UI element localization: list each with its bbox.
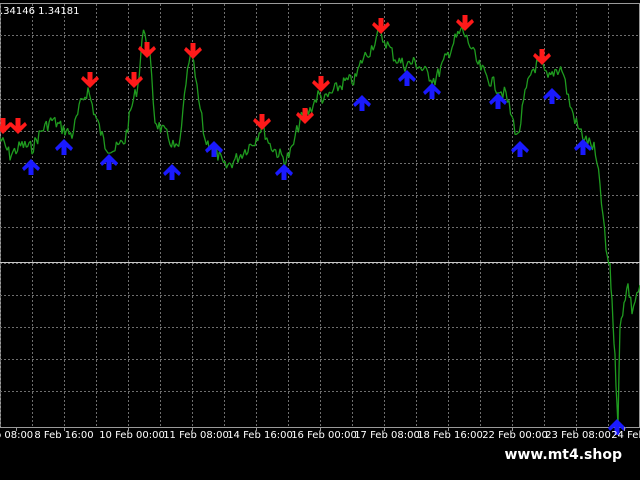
arrow-up-icon <box>489 93 507 109</box>
arrow-up-icon <box>353 95 371 111</box>
arrow-down-icon <box>312 76 330 92</box>
arrow-up-icon <box>423 83 441 99</box>
time-axis-label: 8 Feb 16:00 <box>34 430 94 441</box>
time-axis-label: 14 Feb 16:00 <box>227 430 293 441</box>
arrow-down-icon <box>125 72 143 88</box>
arrow-down-icon <box>533 49 551 65</box>
price-chart[interactable] <box>0 0 640 450</box>
time-axis-label: 23 Feb 08:00 <box>545 430 611 441</box>
arrow-up-icon <box>398 70 416 86</box>
arrow-down-icon <box>372 18 390 34</box>
chart-window[interactable]: .34146 1.34181 b 08:008 Feb 16:00 10 Feb … <box>0 0 640 480</box>
time-axis-label: 16 Feb 00:00 <box>291 430 357 441</box>
time-axis-label: 11 Feb 08:00 <box>163 430 229 441</box>
time-axis-label: 24 Feb <box>611 430 640 441</box>
time-axis-label: 10 Feb 00:00 <box>99 430 165 441</box>
time-axis-label: b 08:00 <box>0 430 34 441</box>
time-axis-label: 18 Feb 16:00 <box>417 430 483 441</box>
time-axis-label: 17 Feb 08:00 <box>354 430 420 441</box>
arrow-up-icon <box>543 88 561 104</box>
arrow-up-icon <box>100 154 118 170</box>
arrow-down-icon <box>253 114 271 130</box>
ohlc-readout: .34146 1.34181 <box>0 6 80 17</box>
watermark: www.mt4.shop <box>504 447 622 463</box>
arrow-up-icon <box>511 141 529 157</box>
arrow-down-icon <box>456 15 474 31</box>
arrow-down-icon <box>184 43 202 59</box>
arrow-up-icon <box>163 164 181 180</box>
arrow-up-icon <box>55 139 73 155</box>
arrow-up-icon <box>22 159 40 175</box>
arrow-up-icon <box>275 164 293 180</box>
time-axis-label: 22 Feb 00:00 <box>482 430 548 441</box>
